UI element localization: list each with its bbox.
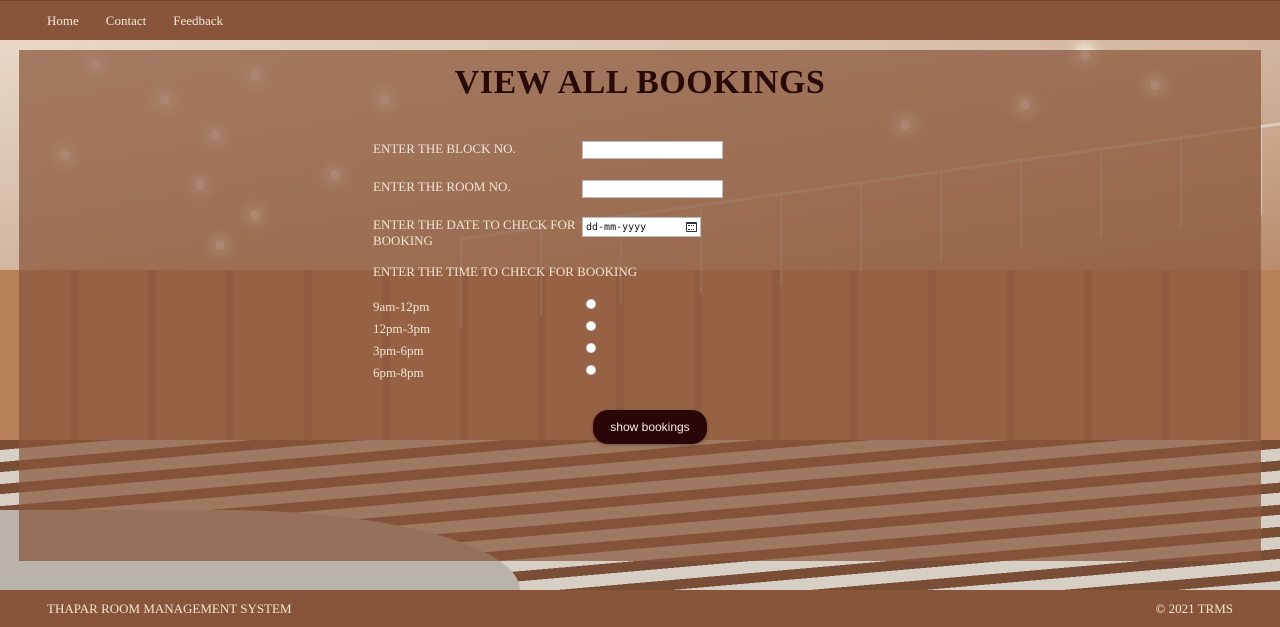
top-navbar: Home Contact Feedback: [0, 0, 1280, 40]
block-number-input[interactable]: [582, 141, 723, 159]
nav-link-home[interactable]: Home: [47, 13, 79, 29]
time-slot-radio-3[interactable]: [586, 343, 596, 353]
nav-link-feedback[interactable]: Feedback: [173, 13, 223, 29]
time-slot-label: 12pm-3pm: [373, 321, 431, 336]
time-label: ENTER THE TIME TO CHECK FOR BOOKING: [373, 264, 638, 279]
show-bookings-button[interactable]: show bookings: [593, 410, 707, 444]
time-slot-radio-1[interactable]: [586, 299, 596, 309]
date-placeholder: dd-mm-yyyy: [586, 221, 647, 233]
time-slot-radio-4[interactable]: [586, 365, 596, 375]
room-number-input[interactable]: [582, 180, 723, 198]
time-slot-radio-2[interactable]: [586, 321, 596, 331]
date-label-line1: ENTER THE DATE TO CHECK FOR: [373, 217, 576, 232]
room-label: ENTER THE ROOM NO.: [373, 179, 511, 194]
calendar-icon[interactable]: [686, 222, 697, 232]
time-slot-label: 6pm-8pm: [373, 365, 424, 380]
footer-site-name: THAPAR ROOM MANAGEMENT SYSTEM: [47, 600, 292, 616]
form-panel: VIEW ALL BOOKINGS ENTER THE BLOCK NO. EN…: [19, 50, 1261, 561]
date-label-line2: BOOKING: [373, 233, 433, 248]
page-title: VIEW ALL BOOKINGS: [454, 64, 826, 101]
nav-link-contact[interactable]: Contact: [106, 13, 146, 29]
footer-copyright: © 2021 TRMS: [1155, 600, 1233, 616]
time-slot-label: 3pm-6pm: [373, 343, 424, 358]
background-hall-image: VIEW ALL BOOKINGS ENTER THE BLOCK NO. EN…: [0, 40, 1280, 590]
date-label: ENTER THE DATE TO CHECK FOR BOOKING: [373, 217, 576, 249]
date-input[interactable]: dd-mm-yyyy: [582, 217, 701, 237]
time-slot-label: 9am-12pm: [373, 299, 430, 314]
block-label: ENTER THE BLOCK NO.: [373, 141, 516, 156]
footer: THAPAR ROOM MANAGEMENT SYSTEM © 2021 TRM…: [0, 590, 1280, 627]
